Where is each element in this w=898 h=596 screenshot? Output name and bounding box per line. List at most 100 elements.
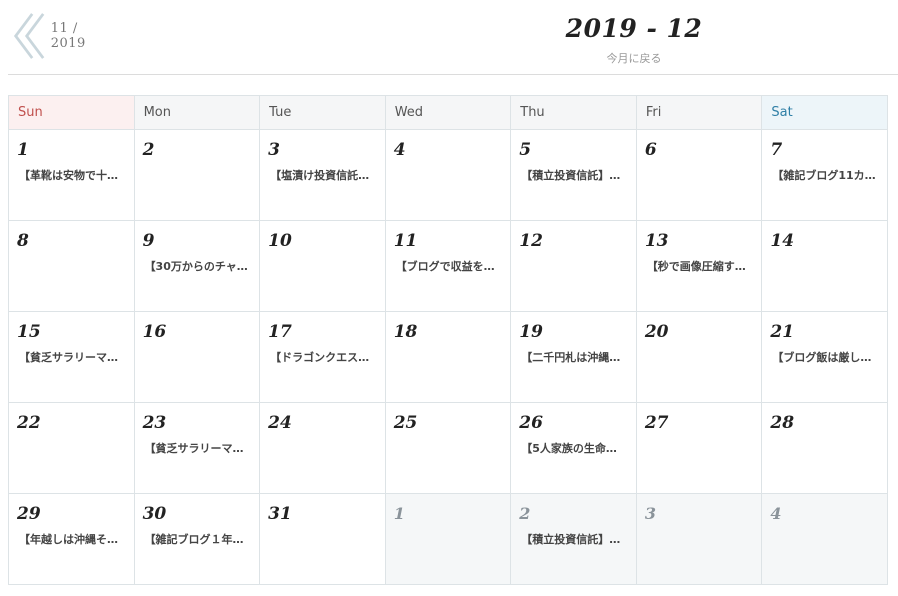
day-cell[interactable]: 2 【積立投資信託】… — [510, 493, 637, 585]
day-number: 14 — [770, 231, 795, 251]
event-link[interactable]: 【塩漬け投資信託… — [270, 167, 381, 183]
day-cell[interactable]: 18 — [384, 311, 512, 403]
week-row: 29 【年越しは沖縄そ… 30 【雑記ブログ１年… 31 1 2 【積立投資信託】… 3 4 — [8, 493, 888, 585]
weekday-tue: Tue — [259, 95, 386, 130]
day-cell[interactable]: 2 — [133, 129, 261, 221]
week-row: 22 23 【貧乏サラリーマ… 24 25 26 【5人家族の生命… 27 28 — [8, 402, 888, 494]
event-link[interactable]: 【二千円札は沖縄… — [521, 349, 632, 365]
day-number: 10 — [268, 231, 292, 251]
day-cell[interactable]: 4 — [384, 129, 512, 221]
day-cell[interactable]: 1 【革靴は安物で十… — [8, 129, 135, 221]
event-link[interactable]: 【雑記ブログ11カ… — [772, 167, 883, 183]
event-link[interactable]: 【雑記ブログ１年… — [145, 531, 256, 547]
event-link[interactable]: 【30万からのチャ… — [145, 258, 256, 274]
day-cell[interactable]: 3 — [635, 493, 763, 585]
event-link[interactable]: 【ドラゴンクエス… — [270, 349, 381, 365]
event-link[interactable]: 【積立投資信託】… — [521, 531, 632, 547]
day-number: 27 — [644, 413, 669, 433]
day-number: 16 — [142, 322, 167, 342]
day-cell[interactable]: 13 【秒で画像圧縮す… — [635, 220, 763, 312]
week-row: 15 【貧乏サラリーマ… 16 17 【ドラゴンクエス… 18 19 【二千円札は沖縄… 20 2… — [8, 311, 888, 403]
prev-month-link[interactable]: 11 / 2019 — [12, 10, 112, 62]
day-number: 19 — [519, 322, 543, 342]
event-link[interactable]: 【ブログで収益を… — [396, 258, 507, 274]
day-number: 2 — [142, 140, 155, 160]
day-number: 25 — [393, 413, 418, 433]
day-number: 6 — [644, 140, 657, 160]
day-cell[interactable]: 1 — [384, 493, 512, 585]
day-number: 2 — [519, 504, 531, 523]
event-link[interactable]: 【貧乏サラリーマ… — [19, 349, 130, 365]
event-link[interactable]: 【5人家族の生命… — [521, 440, 632, 456]
event-link[interactable]: 【秒で画像圧縮す… — [647, 258, 758, 274]
day-cell[interactable]: 25 — [384, 402, 512, 494]
day-cell[interactable]: 26 【5人家族の生命… — [510, 402, 637, 494]
day-cell[interactable]: 24 — [259, 402, 386, 494]
day-number: 22 — [17, 413, 41, 433]
day-number: 26 — [519, 413, 543, 433]
day-cell[interactable]: 15 【貧乏サラリーマ… — [8, 311, 135, 403]
week-row: 1 【革靴は安物で十… 2 3 【塩漬け投資信託… 4 5 【積立投資信託】… 6 7 【雑記ブログ… — [8, 129, 888, 221]
calendar-header: 11 / 2019 2019 - 12 今月に戻る — [0, 0, 898, 76]
day-number: 8 — [17, 231, 29, 251]
day-number: 1 — [393, 504, 405, 523]
event-link[interactable]: 【貧乏サラリーマ… — [145, 440, 256, 456]
event-link[interactable]: 【革靴は安物で十… — [19, 167, 130, 183]
day-cell[interactable]: 23 【貧乏サラリーマ… — [133, 402, 261, 494]
day-cell[interactable]: 31 — [259, 493, 386, 585]
day-number: 9 — [142, 231, 155, 251]
day-cell[interactable]: 6 — [635, 129, 763, 221]
day-cell[interactable]: 30 【雑記ブログ１年… — [133, 493, 261, 585]
day-cell[interactable]: 11 【ブログで収益を… — [384, 220, 512, 312]
day-number: 7 — [770, 140, 783, 160]
day-number: 23 — [142, 413, 167, 433]
prev-month-label: 11 / 2019 — [50, 21, 86, 51]
weekday-mon: Mon — [133, 95, 261, 130]
day-number: 31 — [268, 504, 292, 524]
event-link[interactable]: 【積立投資信託】… — [521, 167, 632, 183]
weekday-sat: Sat — [761, 95, 888, 130]
day-cell[interactable]: 19 【二千円札は沖縄… — [510, 311, 637, 403]
day-cell[interactable]: 22 — [8, 402, 135, 494]
calendar-grid: Sun Mon Tue Wed Thu Fri Sat 1 【革靴は安物で十… 2 3… — [8, 95, 888, 585]
event-link[interactable]: 【年越しは沖縄そ… — [19, 531, 130, 547]
day-number: 24 — [268, 413, 292, 433]
month-title: 2019 - 12 — [565, 14, 703, 43]
day-cell[interactable]: 28 — [761, 402, 888, 494]
day-number: 28 — [770, 413, 795, 433]
day-cell[interactable]: 16 — [133, 311, 261, 403]
day-number: 20 — [644, 322, 669, 342]
day-cell[interactable]: 21 【ブログ飯は厳し… — [761, 311, 888, 403]
day-cell[interactable]: 5 【積立投資信託】… — [510, 129, 637, 221]
day-number: 4 — [770, 504, 782, 523]
day-cell[interactable]: 4 — [761, 493, 888, 585]
day-number: 21 — [770, 322, 795, 342]
calendar-body: 1 【革靴は安物で十… 2 3 【塩漬け投資信託… 4 5 【積立投資信託】… 6 7 【雑記ブログ… — [8, 129, 888, 585]
day-cell[interactable]: 17 【ドラゴンクエス… — [259, 311, 386, 403]
day-number: 18 — [393, 322, 418, 342]
weekday-fri: Fri — [635, 95, 763, 130]
day-cell[interactable]: 20 — [635, 311, 763, 403]
header-divider — [8, 74, 898, 75]
double-chevron-left-icon — [13, 13, 45, 59]
event-link[interactable]: 【ブログ飯は厳し… — [772, 349, 883, 365]
day-cell[interactable]: 14 — [761, 220, 888, 312]
day-cell[interactable]: 8 — [8, 220, 135, 312]
day-number: 15 — [17, 322, 41, 342]
day-cell[interactable]: 27 — [635, 402, 763, 494]
weekday-sun: Sun — [8, 95, 135, 130]
weekday-wed: Wed — [384, 95, 512, 130]
day-number: 11 — [393, 231, 418, 251]
day-number: 3 — [644, 504, 656, 523]
day-number: 29 — [17, 504, 41, 524]
weekday-thu: Thu — [510, 95, 637, 130]
day-cell[interactable]: 9 【30万からのチャ… — [133, 220, 261, 312]
day-cell[interactable]: 10 — [259, 220, 386, 312]
day-cell[interactable]: 7 【雑記ブログ11カ… — [761, 129, 888, 221]
back-to-current-month-link[interactable]: 今月に戻る — [534, 50, 734, 66]
day-cell[interactable]: 12 — [510, 220, 637, 312]
day-cell[interactable]: 29 【年越しは沖縄そ… — [8, 493, 135, 585]
day-cell[interactable]: 3 【塩漬け投資信託… — [259, 129, 386, 221]
day-number: 12 — [519, 231, 543, 251]
day-number: 4 — [393, 140, 406, 160]
